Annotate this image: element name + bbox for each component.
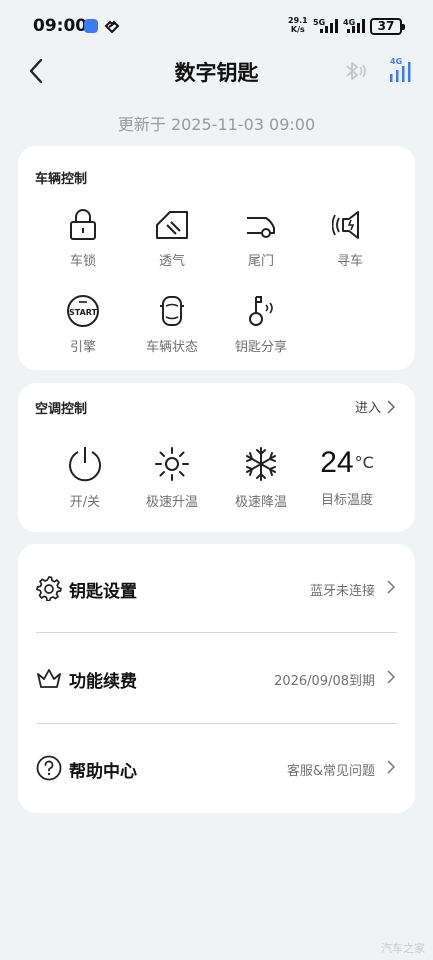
engine-start-icon: START xyxy=(67,295,99,327)
crown-icon xyxy=(37,669,61,688)
ac-power-label: 开/关 xyxy=(69,495,101,510)
chevron-right-icon xyxy=(387,399,395,414)
engine-label: 引擎 xyxy=(69,340,96,355)
vehicle-control-card: 车辆控制 车锁 透气 尾门 寻车 START 引擎 车辆状态 钥匙分享 xyxy=(18,146,415,370)
menu-item-key-settings[interactable]: 钥匙设置 蓝牙未连接 xyxy=(18,544,415,632)
power-icon xyxy=(69,447,101,482)
ac-control-title: 空调控制 xyxy=(35,402,88,417)
temp-unit: °C xyxy=(354,453,374,472)
snowflake-icon xyxy=(246,447,276,481)
quick-cool-label: 极速降温 xyxy=(234,495,287,510)
net-speed: 29.1 K/s xyxy=(288,16,308,34)
find-car-label: 寻车 xyxy=(336,254,363,269)
target-temp-control[interactable]: 24°C 目标温度 xyxy=(307,447,387,509)
ac-control-card: 空调控制 进入 开/关 极速升温 极速降温 24°C 目标温度 xyxy=(18,383,415,532)
quick-heat-label: 极速升温 xyxy=(145,495,198,510)
engine-button[interactable]: START 引擎 xyxy=(43,294,123,355)
find-car-icon xyxy=(332,211,359,239)
lock-icon xyxy=(70,209,96,240)
vent-label: 透气 xyxy=(158,254,185,269)
help-center-status: 客服&常见问题 xyxy=(286,764,375,779)
chevron-right-icon xyxy=(387,580,395,594)
find-car-button[interactable]: 寻车 xyxy=(310,208,390,269)
network-4g-icon[interactable]: 4G xyxy=(388,56,414,84)
car-status-label: 车辆状态 xyxy=(145,340,198,355)
tailgate-button[interactable]: 尾门 xyxy=(221,208,301,269)
ac-enter-link[interactable]: 进入 xyxy=(355,397,395,416)
gear-icon xyxy=(36,576,62,601)
status-bar: 09:00 29.1 K/s 5G 4G 37 xyxy=(0,0,433,54)
tailgate-label: 尾门 xyxy=(247,254,274,269)
battery-indicator: 37 xyxy=(370,18,405,35)
key-settings-status: 蓝牙未连接 xyxy=(309,584,375,599)
chevron-right-icon xyxy=(387,760,395,774)
chevron-right-icon xyxy=(387,670,395,684)
target-temp-label: 目标温度 xyxy=(320,493,373,508)
target-temp-value: 24 xyxy=(320,446,354,479)
renewal-label: 功能续费 xyxy=(69,672,137,692)
quick-cool-button[interactable]: 极速降温 xyxy=(221,445,301,510)
key-share-button[interactable]: 钥匙分享 xyxy=(221,294,301,355)
message-app-icon xyxy=(84,19,98,33)
menu-divider xyxy=(36,632,397,633)
menu-item-renewal[interactable]: 功能续费 2026/09/08到期 xyxy=(18,634,415,722)
signal-icon xyxy=(320,19,338,33)
sun-icon xyxy=(155,447,189,481)
quick-heat-button[interactable]: 极速升温 xyxy=(132,445,212,510)
car-status-button[interactable]: 车辆状态 xyxy=(132,294,212,355)
svg-text:4G: 4G xyxy=(390,57,402,66)
help-icon xyxy=(36,755,62,781)
vent-button[interactable]: 透气 xyxy=(132,208,212,269)
signal-icon xyxy=(347,19,365,33)
ac-power-button[interactable]: 开/关 xyxy=(45,445,125,510)
settings-menu-card: 钥匙设置 蓝牙未连接 功能续费 2026/09/08到期 帮助中心 客服&常见问… xyxy=(18,544,415,813)
key-share-label: 钥匙分享 xyxy=(234,340,287,355)
key-settings-label: 钥匙设置 xyxy=(69,582,137,602)
watermark: 汽车之家 xyxy=(381,942,425,955)
ac-enter-label: 进入 xyxy=(354,401,381,416)
key-share-icon xyxy=(249,296,273,326)
page-title: 数字钥匙 xyxy=(174,61,259,85)
svg-text:START: START xyxy=(69,308,98,317)
tailgate-icon xyxy=(247,217,275,238)
app-notification-icon xyxy=(104,20,120,34)
renewal-status: 2026/09/08到期 xyxy=(274,674,375,689)
menu-item-help-center[interactable]: 帮助中心 客服&常见问题 xyxy=(18,724,415,812)
car-status-icon xyxy=(160,296,184,326)
status-time: 09:00 xyxy=(33,16,88,36)
lock-label: 车锁 xyxy=(69,254,96,269)
lock-button[interactable]: 车锁 xyxy=(43,208,123,269)
help-center-label: 帮助中心 xyxy=(69,762,137,782)
bluetooth-icon[interactable] xyxy=(342,58,368,84)
last-updated-text: 更新于 2025-11-03 09:00 xyxy=(117,115,316,134)
target-temp-display: 24°C xyxy=(307,447,387,483)
vehicle-control-title: 车辆控制 xyxy=(35,172,88,187)
window-vent-icon xyxy=(156,211,188,239)
